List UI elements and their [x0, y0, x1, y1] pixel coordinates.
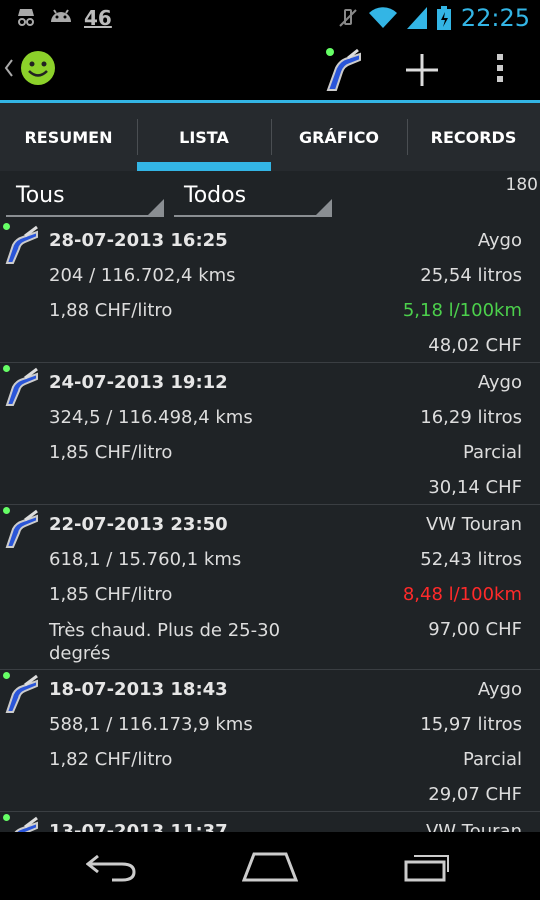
entry-count: 180: [505, 175, 538, 195]
list-item[interactable]: 22-07-2013 23:50 VW Touran 618,1 / 15.76…: [0, 505, 540, 670]
fuel-pump-icon: [14, 816, 38, 832]
list-item[interactable]: 13-07-2013 11:37 VW Touran: [0, 812, 540, 832]
app-home-button[interactable]: [4, 46, 62, 90]
tab-bar: RESUMEN LISTA GRÁFICO RECORDS: [0, 103, 540, 171]
entry-price: 1,85 CHF/litro: [49, 442, 173, 463]
list-item[interactable]: 24-07-2013 19:12 Aygo 324,5 / 116.498,4 …: [0, 363, 540, 505]
android-icon: [51, 9, 71, 22]
entry-cost: 30,14 CHF: [428, 477, 522, 498]
entry-price: 1,85 CHF/litro: [49, 584, 173, 605]
entry-km: 324,5 / 116.498,4 kms: [49, 407, 253, 428]
entry-car: VW Touran: [425, 821, 522, 832]
list-item[interactable]: 18-07-2013 18:43 Aygo 588,1 / 116.173,9 …: [0, 670, 540, 812]
refuel-list: Tous Todos 180 28-07-2013 16:25 Aygo 204…: [0, 171, 540, 832]
entry-km: 588,1 / 116.173,9 kms: [49, 714, 253, 735]
entry-km: 204 / 116.702,4 kms: [49, 265, 236, 286]
entry-liters: 52,43 litros: [420, 549, 522, 570]
status-bar: 46 22:25: [0, 0, 540, 36]
entry-price: 1,88 CHF/litro: [49, 300, 173, 321]
entry-car: Aygo: [477, 230, 522, 251]
entry-date: 28-07-2013 16:25: [49, 230, 228, 251]
entry-cost: 29,07 CHF: [428, 784, 522, 805]
recent-apps-icon[interactable]: [404, 850, 454, 882]
tab-records[interactable]: RECORDS: [407, 103, 540, 171]
entry-cost: 48,02 CHF: [428, 335, 522, 356]
back-chevron-icon: [4, 59, 13, 77]
entry-price: 1,82 CHF/litro: [49, 749, 173, 770]
entry-date: 18-07-2013 18:43: [49, 679, 228, 700]
add-icon[interactable]: [404, 52, 440, 88]
mute-icon: [339, 9, 357, 27]
dropdown-triangle-icon: [316, 199, 332, 215]
type-filter-value: Todos: [184, 183, 247, 208]
fuel-pump-icon: [5, 509, 38, 548]
entry-liters: 15,97 litros: [420, 714, 522, 735]
entry-liters: 16,29 litros: [420, 407, 522, 428]
entry-cost: 97,00 CHF: [428, 619, 522, 640]
entry-consumption: Parcial: [462, 749, 522, 770]
entry-consumption: Parcial: [462, 442, 522, 463]
overflow-menu-icon[interactable]: [495, 52, 505, 84]
entry-km: 618,1 / 15.760,1 kms: [49, 549, 242, 570]
entry-consumption: 5,18 l/100km: [402, 300, 522, 321]
vehicle-filter-value: Tous: [16, 183, 65, 208]
vehicle-filter-spinner[interactable]: Tous: [6, 183, 164, 217]
home-icon[interactable]: [242, 850, 298, 882]
tab-lista[interactable]: LISTA: [137, 103, 271, 171]
entry-note: Très chaud. Plus de 25-30 degrés: [49, 620, 281, 664]
entry-consumption: 8,48 l/100km: [402, 584, 522, 605]
wifi-icon: [368, 7, 397, 29]
battery-icon: [436, 6, 451, 30]
smiley-app-icon: [21, 51, 55, 85]
fuel-pump-icon: [5, 367, 38, 406]
list-item[interactable]: 28-07-2013 16:25 Aygo 204 / 116.702,4 km…: [0, 221, 540, 363]
fuel-pump-icon: [5, 225, 38, 264]
back-icon[interactable]: [86, 850, 138, 882]
entry-liters: 25,54 litros: [420, 265, 522, 286]
type-filter-spinner[interactable]: Todos: [174, 183, 332, 217]
clock: 22:25: [460, 4, 530, 32]
entry-car: Aygo: [477, 372, 522, 393]
entry-date: 24-07-2013 19:12: [49, 372, 228, 393]
signal-number: 46: [84, 6, 112, 30]
spy-icon: [18, 9, 34, 26]
entry-car: Aygo: [477, 679, 522, 700]
tab-resumen[interactable]: RESUMEN: [0, 103, 137, 171]
entry-car: VW Touran: [425, 514, 522, 535]
navigation-bar: [0, 832, 540, 900]
selected-tab-indicator: [137, 162, 271, 171]
fuel-pump-action-icon[interactable]: [322, 46, 364, 92]
entry-date: 22-07-2013 23:50: [49, 514, 228, 535]
dropdown-triangle-icon: [148, 199, 164, 215]
cell-signal-icon: [406, 7, 427, 29]
action-bar: [0, 36, 540, 100]
tab-grafico[interactable]: GRÁFICO: [271, 103, 407, 171]
entry-date: 13-07-2013 11:37: [49, 821, 228, 832]
fuel-pump-icon: [5, 674, 38, 713]
